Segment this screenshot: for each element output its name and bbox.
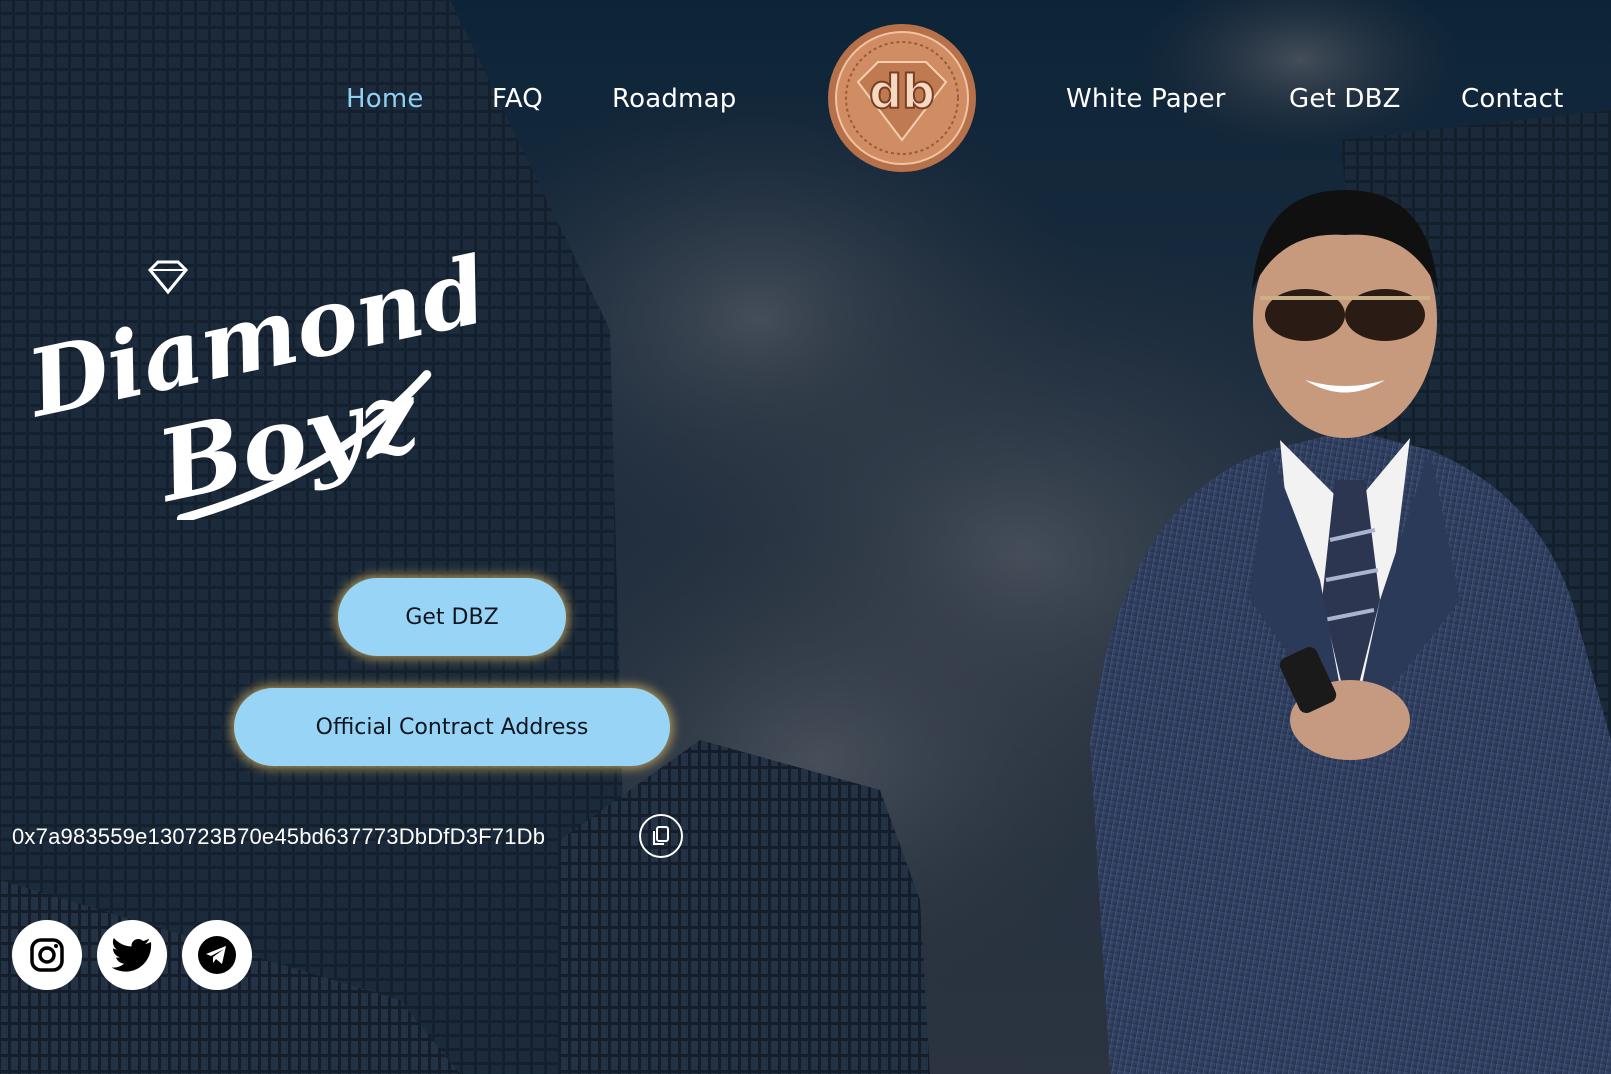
diamond-icon <box>147 260 189 295</box>
logo-text: db <box>869 65 935 119</box>
instagram-button[interactable] <box>12 920 82 990</box>
copy-icon <box>653 826 669 845</box>
logo-coin[interactable]: db <box>826 22 978 174</box>
nav-roadmap-link[interactable]: Roadmap <box>612 84 736 114</box>
twitter-button[interactable] <box>97 920 167 990</box>
person-photo <box>1090 190 1611 1074</box>
instagram-icon <box>30 938 64 972</box>
brand-logo: Diamond Boyz <box>16 236 496 520</box>
telegram-button[interactable] <box>182 920 252 990</box>
nav-whitepaper-link[interactable]: White Paper <box>1066 84 1226 114</box>
nav-faq-link[interactable]: FAQ <box>492 84 543 114</box>
nav-contact-link[interactable]: Contact <box>1461 84 1564 114</box>
get-dbz-button[interactable]: Get DBZ <box>338 578 566 656</box>
telegram-icon <box>198 936 236 974</box>
twitter-icon <box>112 938 152 972</box>
nav-get-dbz-link[interactable]: Get DBZ <box>1289 84 1401 114</box>
contract-address: 0x7a983559e130723B70e45bd637773DbDfD3F71… <box>12 824 546 849</box>
copy-button[interactable] <box>639 814 683 858</box>
nav-home-link[interactable]: Home <box>346 84 424 114</box>
official-contract-button[interactable]: Official Contract Address <box>234 688 670 766</box>
